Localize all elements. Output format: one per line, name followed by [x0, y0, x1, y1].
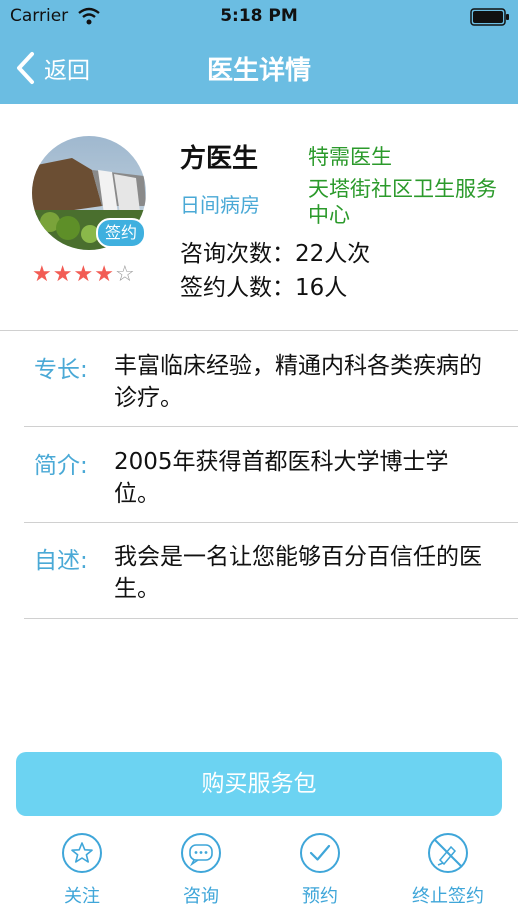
tab-label: 关注 [64, 886, 100, 907]
sign-badge: 签约 [96, 218, 146, 248]
divider [24, 522, 518, 523]
doctor-name: 方医生 [180, 144, 259, 174]
tab-terminate-signing[interactable]: 终止签约 [388, 832, 508, 912]
divider [24, 426, 518, 427]
tab-label: 预约 [302, 886, 338, 907]
status-bar: Carrier 5:18 PM [0, 0, 518, 34]
page-title: 医生详情 [206, 56, 311, 86]
star-filled-icon: ★ [73, 262, 95, 287]
star-filled-icon: ★ [52, 262, 74, 287]
tab-label: 终止签约 [412, 886, 484, 907]
doctor-title: 特需医生 [308, 145, 392, 169]
info-label: 简介: [34, 453, 88, 479]
info-row-intro: 简介: 2005年获得首都医科大学博士学位。 [34, 446, 494, 516]
star-filled-icon: ★ [32, 262, 53, 287]
consult-count: 咨询次数：22人次 [180, 241, 371, 267]
divider [24, 618, 518, 619]
info-label: 自述: [34, 548, 88, 574]
tab-label: 咨询 [183, 886, 219, 907]
star-icon [62, 833, 102, 873]
star-filled-icon: ★ [94, 262, 115, 287]
buy-service-package-button[interactable]: 购买服务包 [16, 752, 502, 816]
doctor-hospital: 天塔街社区卫生服务中心 [308, 177, 497, 227]
sign-count: 签约人数：16人 [180, 275, 348, 301]
header: Carrier 5:18 PM 返回 医生详情 [0, 0, 518, 104]
doctor-department: 日间病房 [180, 193, 260, 217]
info-text: 我会是一名让您能够百分百信任的医生。 [114, 544, 482, 602]
nav-bar: 返回 医生详情 [0, 34, 518, 104]
tab-appointment[interactable]: 预约 [270, 832, 370, 912]
star-empty-icon: ☆ [114, 262, 136, 287]
chat-icon [181, 833, 221, 873]
check-icon [300, 833, 340, 873]
info-row-self-statement: 自述: 我会是一名让您能够百分百信任的医生。 [34, 541, 494, 611]
status-time: 5:18 PM [220, 6, 298, 26]
stop-sign-icon [428, 833, 468, 873]
info-label: 专长: [34, 357, 88, 383]
info-text: 2005年获得首都医科大学博士学位。 [114, 449, 449, 507]
info-text: 丰富临床经验，精通内科各类疾病的诊疗。 [114, 353, 482, 411]
tab-consult[interactable]: 咨询 [151, 832, 251, 912]
tab-follow[interactable]: 关注 [32, 832, 132, 912]
divider [0, 330, 518, 331]
battery-icon [470, 8, 509, 26]
info-row-specialty: 专长: 丰富临床经验，精通内科各类疾病的诊疗。 [34, 350, 494, 420]
rating-stars: ★★★★☆ [32, 262, 136, 287]
